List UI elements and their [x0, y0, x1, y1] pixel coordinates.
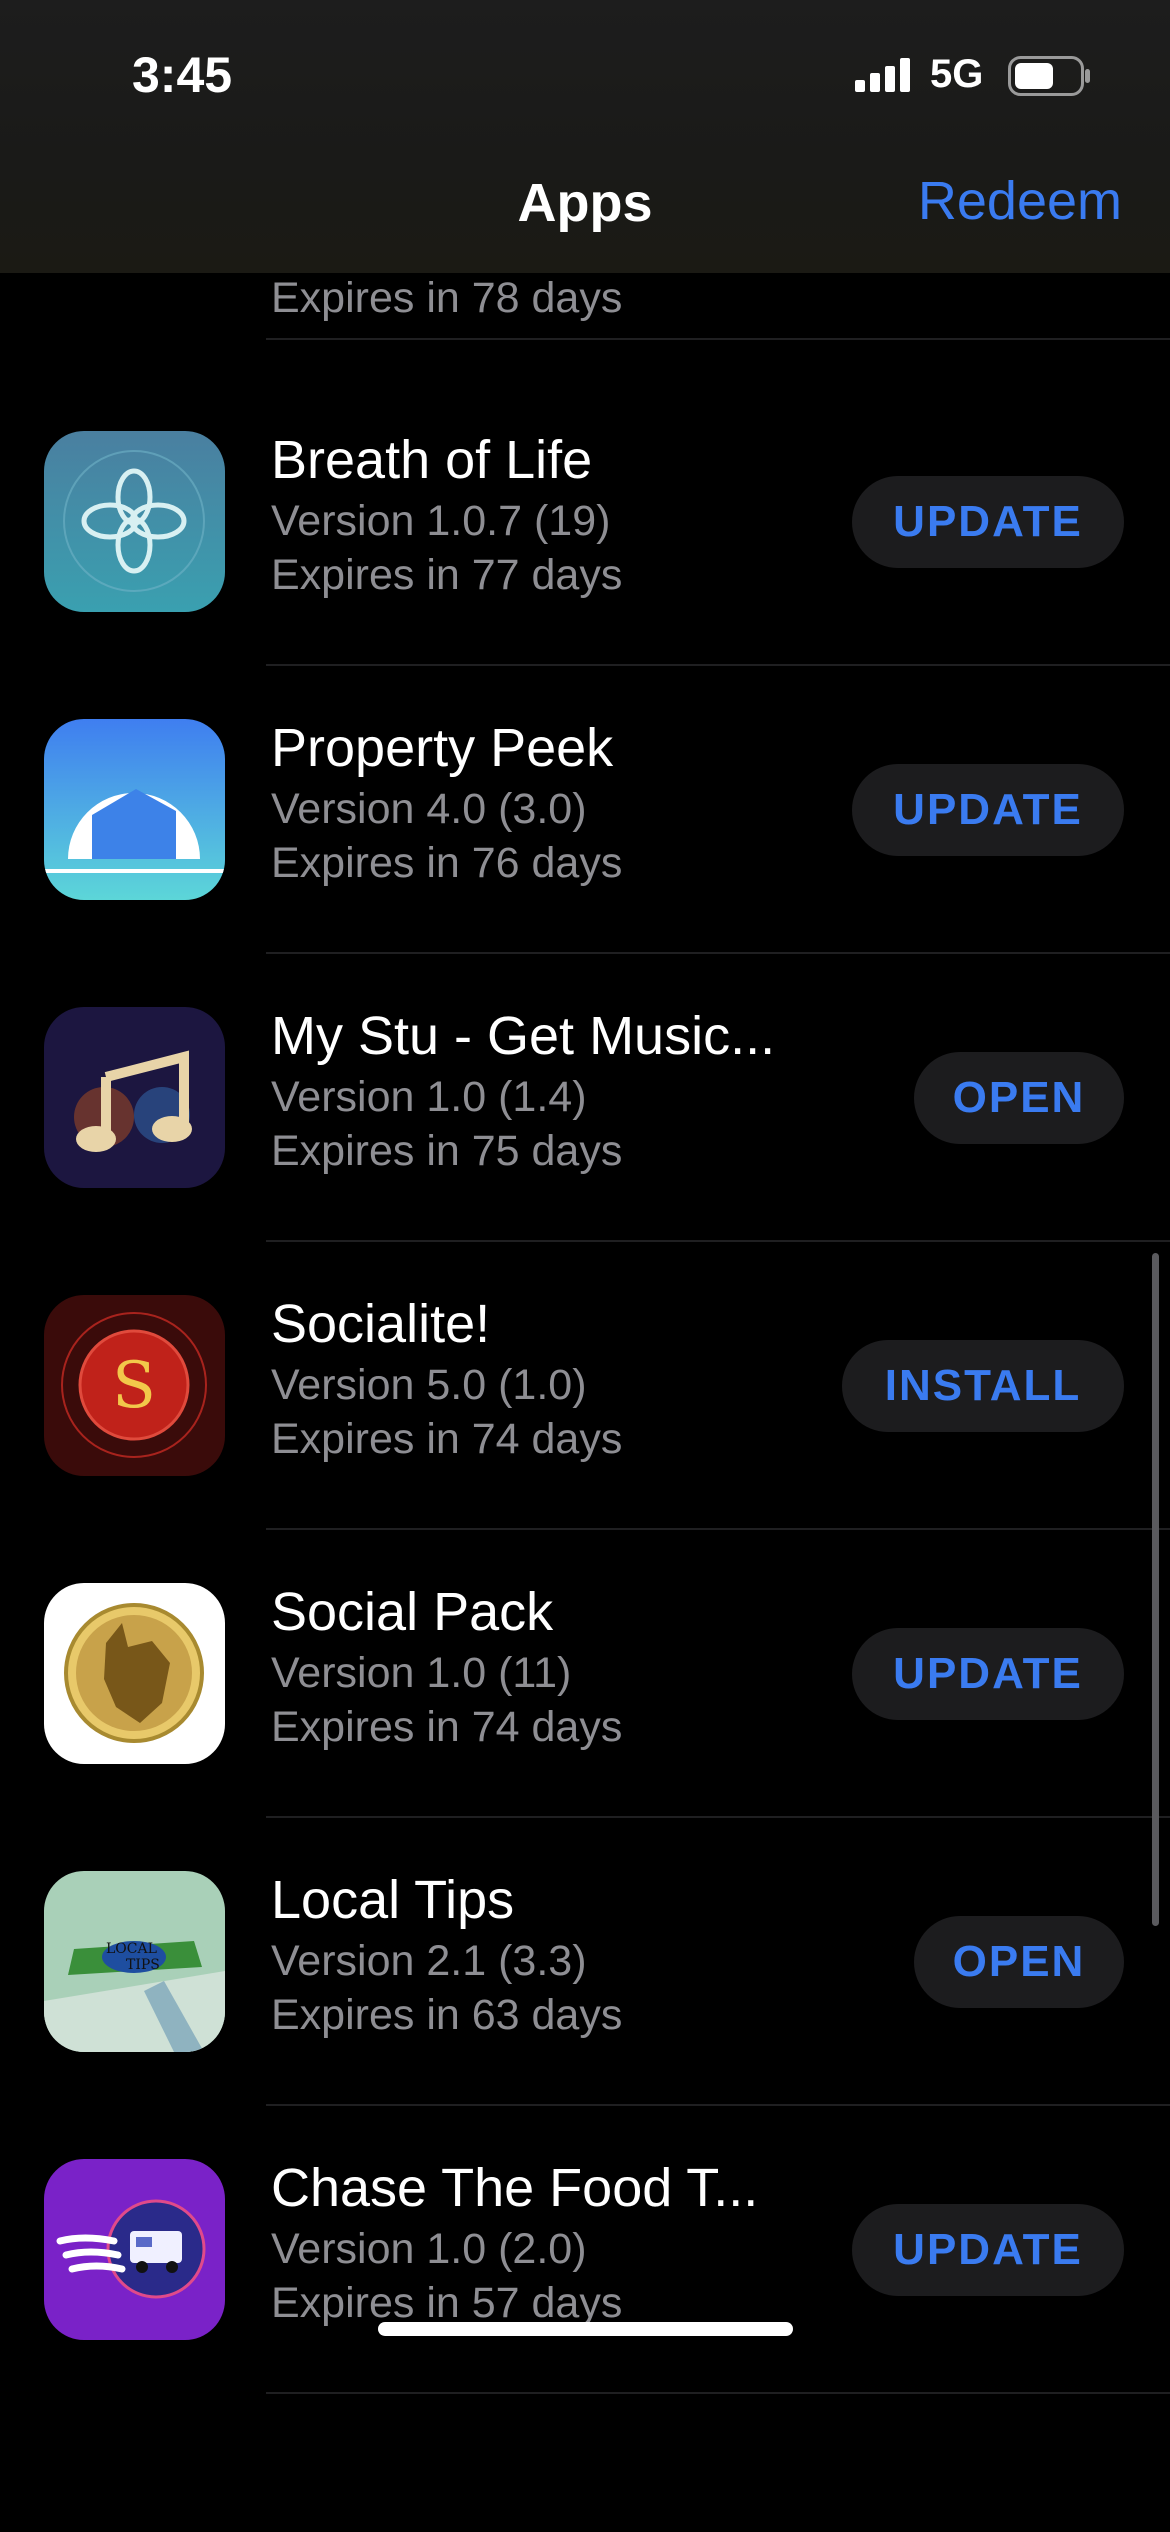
version-label: Version 5.0 (1.0): [271, 1361, 587, 1409]
app-name: Socialite!: [271, 1294, 491, 1354]
update-button[interactable]: UPDATE: [852, 764, 1124, 856]
expires-label: Expires in 77 days: [271, 551, 623, 599]
app-name: Chase The Food T...: [271, 2158, 759, 2218]
battery-icon: [1008, 56, 1090, 96]
open-button[interactable]: OPEN: [914, 1916, 1124, 2008]
food-truck-icon: [44, 2159, 225, 2340]
version-label: Version 2.1 (3.3): [271, 1937, 587, 1985]
list-item[interactable]: Social Pack Version 1.0 (11) Expires in …: [0, 1530, 1170, 1818]
svg-text:S: S: [112, 1349, 156, 1423]
expires-label: Expires in 74 days: [271, 1703, 623, 1751]
update-button[interactable]: UPDATE: [852, 2204, 1124, 2296]
redeem-button[interactable]: Redeem: [918, 170, 1122, 232]
divider: [266, 338, 1170, 340]
app-name: Social Pack: [271, 1582, 554, 1642]
wolf-icon: [44, 1583, 225, 1764]
home-indicator[interactable]: [378, 2322, 793, 2336]
app-name: My Stu - Get Music...: [271, 1006, 776, 1066]
local-tips-icon: LOCAL TIPS: [44, 1871, 225, 2052]
list-item[interactable]: LOCAL TIPS Local Tips Version 2.1 (3.3) …: [0, 1818, 1170, 2106]
install-button[interactable]: INSTALL: [842, 1340, 1124, 1432]
socialite-icon: S: [44, 1295, 225, 1476]
svg-text:LOCAL: LOCAL: [106, 1941, 157, 1957]
app-list[interactable]: Expires in 78 days Breath of Life Versio…: [0, 0, 1170, 2532]
open-button[interactable]: OPEN: [914, 1052, 1124, 1144]
navigation-bar: 3:45 5G Apps Redeem: [0, 0, 1170, 273]
expires-label: Expires in 63 days: [271, 1991, 623, 2039]
version-label: Version 1.0 (11): [271, 1649, 572, 1697]
expires-label: Expires in 76 days: [271, 839, 623, 887]
expires-label: Expires in 75 days: [271, 1127, 623, 1175]
expires-label: Expires in 74 days: [271, 1415, 623, 1463]
network-type: 5G: [930, 52, 984, 96]
status-time: 3:45: [132, 47, 233, 103]
divider: [266, 2392, 1170, 2394]
list-item[interactable]: Chase The Food T... Version 1.0 (2.0) Ex…: [0, 2106, 1170, 2394]
version-label: Version 1.0 (2.0): [271, 2225, 587, 2273]
app-name: Local Tips: [271, 1870, 515, 1930]
property-peek-icon: [44, 719, 225, 900]
expires-label: Expires in 78 days: [271, 274, 623, 322]
list-item[interactable]: Breath of Life Version 1.0.7 (19) Expire…: [0, 378, 1170, 666]
breath-of-life-icon: [44, 431, 225, 612]
cellular-signal-icon: [855, 58, 910, 92]
scrollbar[interactable]: [1152, 1253, 1159, 1926]
music-note-icon: [44, 1007, 225, 1188]
update-button[interactable]: UPDATE: [852, 476, 1124, 568]
app-name: Breath of Life: [271, 430, 593, 490]
app-name: Property Peek: [271, 718, 614, 778]
list-item[interactable]: S Socialite! Version 5.0 (1.0) Expires i…: [0, 1242, 1170, 1530]
version-label: Version 4.0 (3.0): [271, 785, 587, 833]
list-item[interactable]: My Stu - Get Music... Version 1.0 (1.4) …: [0, 954, 1170, 1242]
svg-text:TIPS: TIPS: [126, 1957, 160, 1973]
list-item[interactable]: Property Peek Version 4.0 (3.0) Expires …: [0, 666, 1170, 954]
version-label: Version 1.0 (1.4): [271, 1073, 587, 1121]
version-label: Version 1.0.7 (19): [271, 497, 611, 545]
update-button[interactable]: UPDATE: [852, 1628, 1124, 1720]
